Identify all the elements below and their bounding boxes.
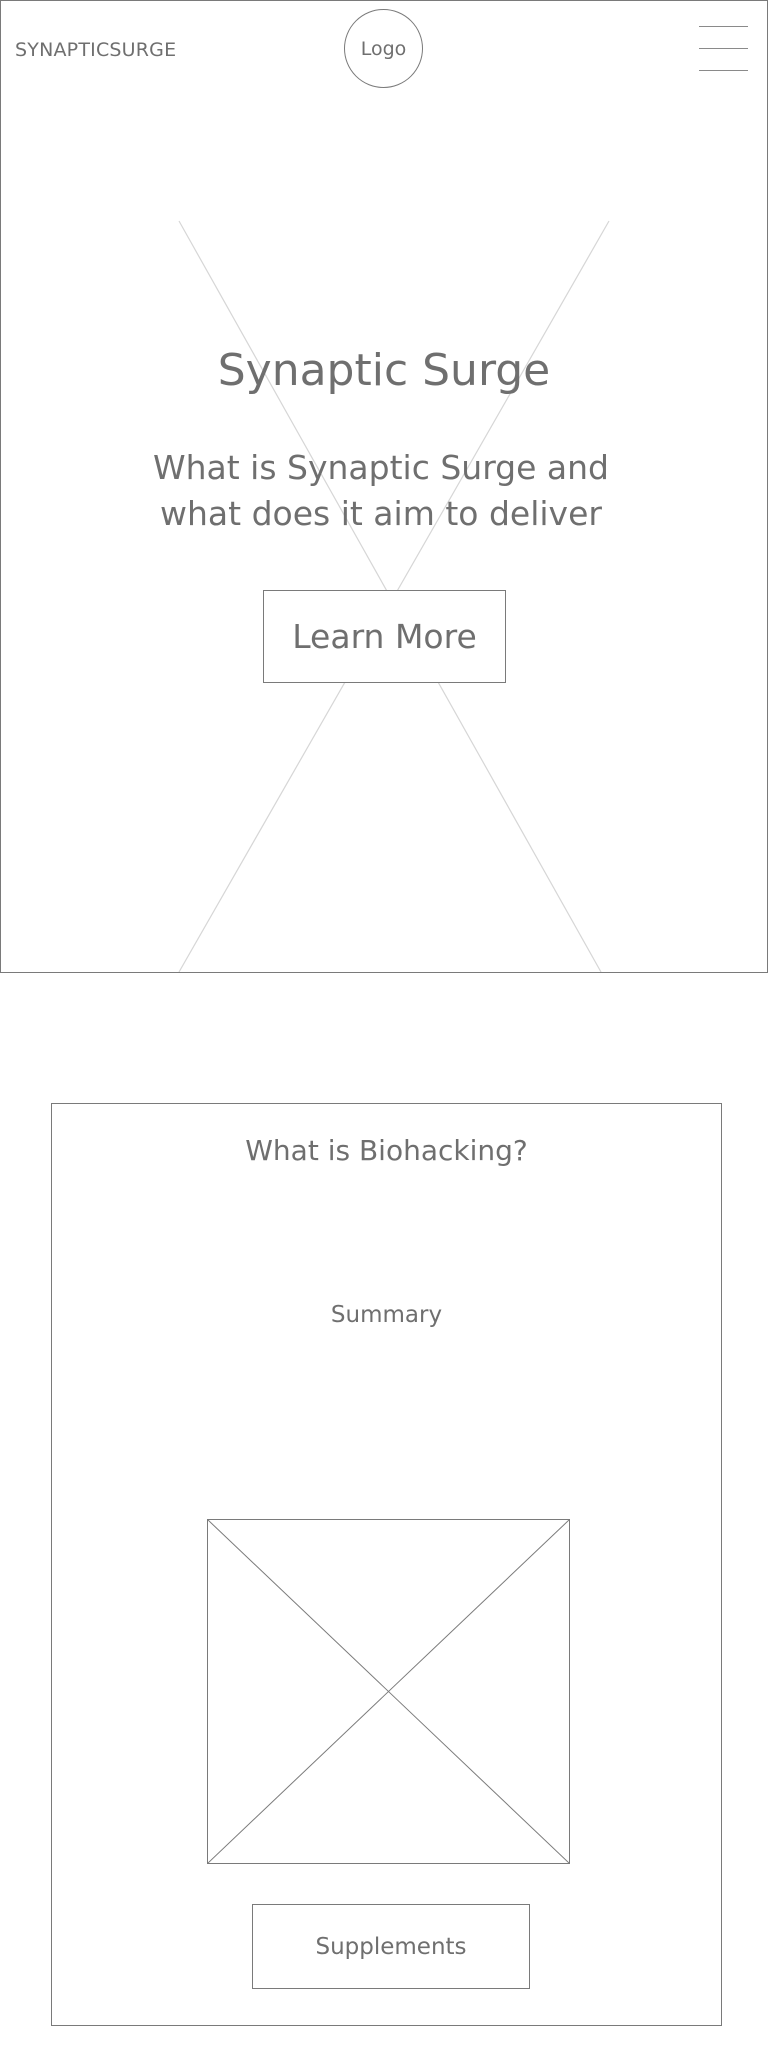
learn-more-label: Learn More bbox=[292, 617, 477, 656]
menu-line bbox=[699, 26, 748, 27]
hero-title: Synaptic Surge bbox=[217, 345, 551, 396]
biohacking-image-placeholder bbox=[207, 1519, 570, 1864]
brand-name[interactable]: SYNAPTICSURGE bbox=[15, 39, 176, 61]
biohacking-summary: Summary bbox=[330, 1302, 443, 1328]
hamburger-menu-icon[interactable] bbox=[699, 26, 748, 71]
supplements-button[interactable]: Supplements bbox=[252, 1904, 530, 1989]
site-header: SYNAPTICSURGE Logo bbox=[0, 0, 768, 97]
biohacking-card: What is Biohacking? Summary Supplements bbox=[51, 1103, 722, 2026]
logo-label: Logo bbox=[360, 37, 407, 60]
biohacking-title: What is Biohacking? bbox=[245, 1134, 528, 1167]
learn-more-button[interactable]: Learn More bbox=[263, 590, 506, 683]
menu-line bbox=[699, 48, 748, 49]
supplements-label: Supplements bbox=[315, 1933, 467, 1960]
logo[interactable]: Logo bbox=[344, 9, 423, 88]
image-placeholder-icon bbox=[208, 1520, 569, 1863]
hero-subtitle: What is Synaptic Surge and what does it … bbox=[152, 448, 610, 533]
hero-section: Synaptic Surge What is Synaptic Surge an… bbox=[0, 95, 768, 973]
menu-line bbox=[699, 70, 748, 71]
